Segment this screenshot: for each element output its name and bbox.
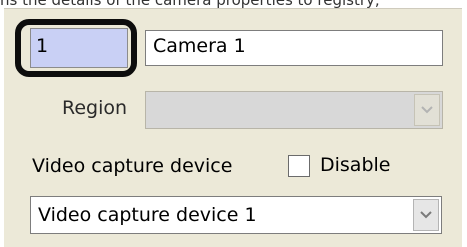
region-select[interactable] xyxy=(145,91,443,129)
camera-id-field[interactable]: 1 xyxy=(30,28,128,68)
disable-label: Disable xyxy=(320,154,391,176)
video-capture-device-label: Video capture device xyxy=(32,155,233,177)
region-dropdown-button[interactable] xyxy=(414,94,440,126)
disable-checkbox[interactable] xyxy=(288,155,310,177)
video-capture-device-select[interactable]: Video capture device 1 xyxy=(30,196,442,234)
video-capture-device-value: Video capture device 1 xyxy=(38,204,257,226)
chevron-down-icon xyxy=(420,105,434,115)
region-label: Region xyxy=(62,97,128,119)
camera-name-field[interactable]: Camera 1 xyxy=(145,30,443,66)
device-dropdown-button[interactable] xyxy=(413,199,439,231)
chevron-down-icon xyxy=(419,210,433,220)
